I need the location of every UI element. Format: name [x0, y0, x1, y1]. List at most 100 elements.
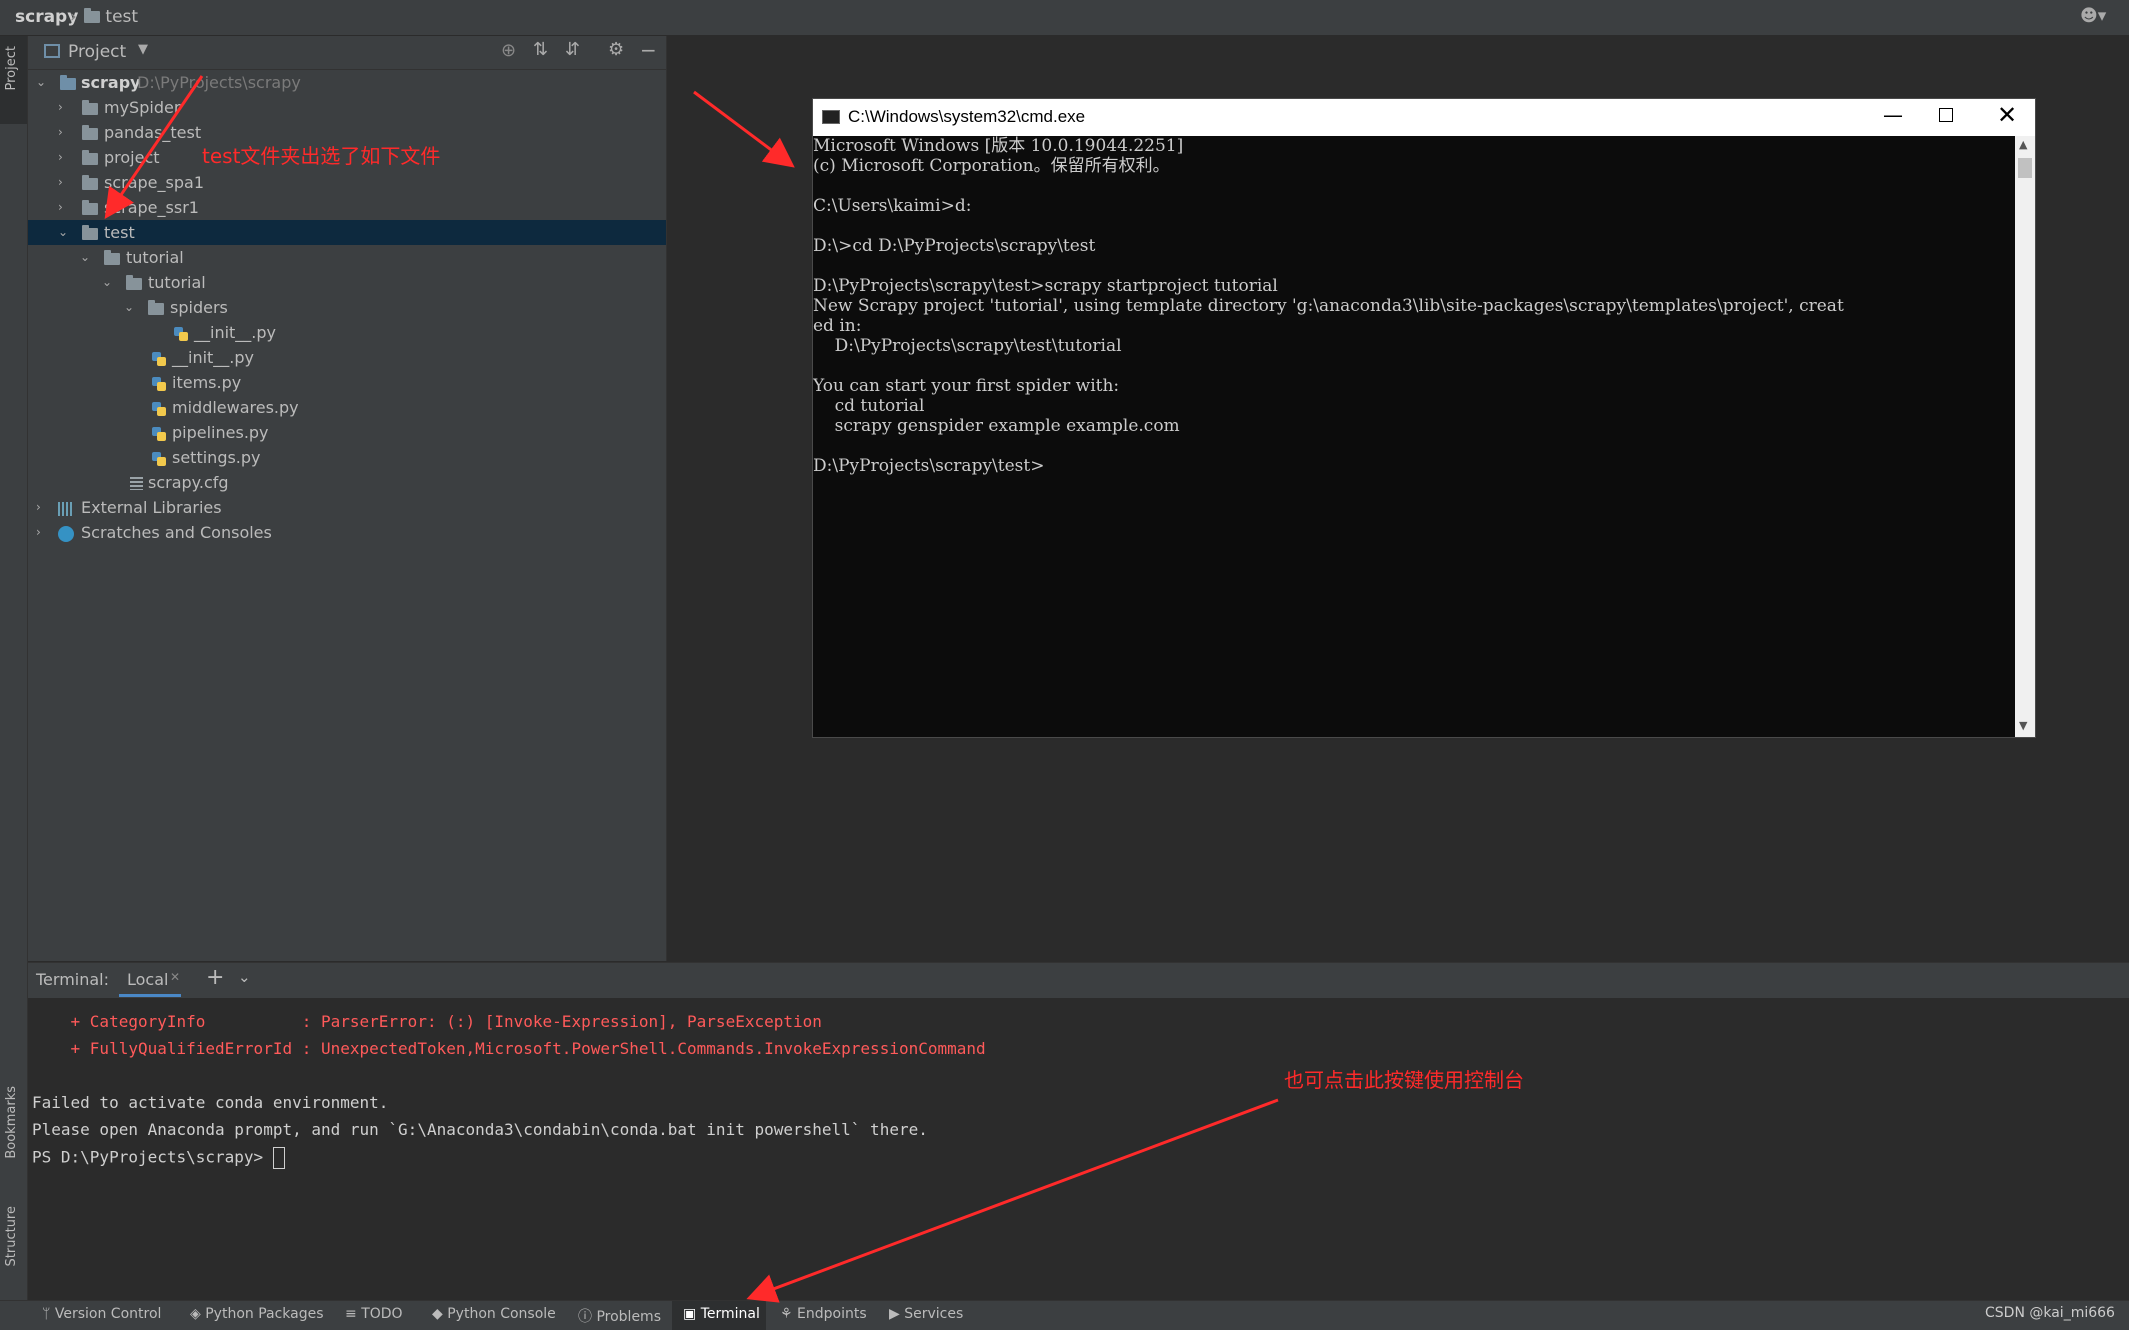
tab-todo[interactable]: ≡ TODO — [345, 1306, 403, 1322]
scratches-icon — [58, 525, 74, 542]
tree-item-spiders[interactable]: ⌄ spiders — [28, 295, 666, 320]
tree-label: tutorial — [126, 248, 184, 267]
scroll-up-icon[interactable]: ▲ — [2019, 138, 2027, 151]
cmd-output: Microsoft Windows [版本 10.0.19044.2251] (c… — [813, 136, 2015, 737]
tree-item-scrapy-cfg[interactable]: scrapy.cfg — [28, 470, 666, 495]
chevron-right-icon[interactable]: › — [58, 120, 72, 145]
scroll-thumb[interactable] — [2018, 158, 2032, 178]
tree-item-tutorial[interactable]: ⌄ tutorial — [28, 245, 666, 270]
bookmarks-tool-tab[interactable]: Bookmarks — [0, 1086, 27, 1211]
folder-icon — [82, 174, 98, 190]
project-tool-tab[interactable]: Project — [0, 36, 27, 124]
cmd-scrollbar[interactable]: ▲ ▼ — [2015, 136, 2035, 737]
tree-annotation: test文件夹出选了如下文件 — [202, 144, 441, 168]
terminal-line: PS D:\PyProjects\scrapy> — [32, 1147, 285, 1169]
project-panel-title[interactable]: Project — [68, 42, 126, 62]
tab-label: Python Console — [447, 1306, 556, 1322]
library-icon — [58, 501, 74, 516]
chevron-right-icon[interactable]: › — [36, 520, 50, 545]
tree-item-tutorial-package[interactable]: ⌄ tutorial — [28, 270, 666, 295]
terminal-line: Please open Anaconda prompt, and run `G:… — [32, 1120, 928, 1139]
chevron-down-icon[interactable]: ⌄ — [80, 245, 94, 270]
cmd-line: D:\PyProjects\scrapy\test> — [813, 456, 1045, 476]
chevron-right-icon[interactable]: › — [36, 495, 50, 520]
python-file-icon — [152, 426, 166, 441]
tree-item-myspider[interactable]: › mySpider — [28, 95, 666, 120]
tree-item-items[interactable]: items.py — [28, 370, 666, 395]
cmd-line: ed in: — [813, 316, 862, 336]
folder-icon — [84, 8, 100, 23]
python-file-icon — [152, 401, 166, 416]
tree-item-spiders-init[interactable]: __init__.py — [28, 320, 666, 345]
chevron-right-icon[interactable]: › — [58, 195, 72, 220]
tree-item-test[interactable]: ⌄ test — [28, 220, 666, 245]
locate-icon[interactable]: ⊕ — [501, 40, 516, 61]
chevron-down-icon[interactable]: ⌄ — [238, 968, 251, 986]
chevron-down-icon[interactable]: ⌄ — [102, 270, 116, 295]
tab-label: Python Packages — [205, 1306, 324, 1322]
hide-panel-icon[interactable]: − — [640, 38, 657, 62]
endpoints-icon: ⚘ — [780, 1306, 793, 1322]
tree-item-pipelines[interactable]: pipelines.py — [28, 420, 666, 445]
user-account-icon[interactable]: ☻▾ — [2080, 6, 2106, 26]
tree-item-settings[interactable]: settings.py — [28, 445, 666, 470]
tree-item-external-libraries[interactable]: › External Libraries — [28, 495, 666, 520]
cmd-line: scrapy genspider example example.com — [813, 416, 1180, 436]
chevron-right-icon[interactable]: › — [58, 95, 72, 120]
branch-icon: ᛘ — [42, 1306, 51, 1322]
add-terminal-icon[interactable]: + — [206, 965, 224, 990]
chevron-right-icon[interactable]: › — [58, 145, 72, 170]
tree-item-scratches[interactable]: › Scratches and Consoles — [28, 520, 666, 545]
dropdown-arrow-icon[interactable]: ▼ — [138, 42, 148, 57]
settings-gear-icon[interactable]: ⚙ — [608, 39, 624, 60]
minimize-icon[interactable]: — — [1883, 103, 1903, 127]
close-icon[interactable]: ✕ — [1997, 101, 2017, 129]
tab-services[interactable]: ▶ Services — [889, 1306, 963, 1322]
cmd-window[interactable]: C:\Windows\system32\cmd.exe — ✕ Microsof… — [812, 98, 2036, 738]
tree-label: settings.py — [172, 448, 261, 467]
cmd-line: C:\Users\kaimi>d: — [813, 196, 972, 216]
tab-endpoints[interactable]: ⚘ Endpoints — [780, 1306, 867, 1322]
tree-item-scrapy[interactable]: ⌄ scrapy D:\PyProjects\scrapy — [28, 70, 666, 95]
terminal-line: + FullyQualifiedErrorId : UnexpectedToke… — [32, 1039, 986, 1058]
chevron-right-icon[interactable]: › — [58, 170, 72, 195]
tree-item-init[interactable]: __init__.py — [28, 345, 666, 370]
terminal-tab-label: Local — [127, 970, 169, 989]
scroll-down-icon[interactable]: ▼ — [2019, 719, 2027, 732]
chevron-down-icon[interactable]: ⌄ — [124, 295, 138, 320]
folder-icon — [82, 149, 98, 165]
cmd-title: C:\Windows\system32\cmd.exe — [848, 107, 1086, 126]
tree-item-scrape-spa1[interactable]: › scrape_spa1 — [28, 170, 666, 195]
tab-label: Problems — [596, 1309, 661, 1325]
cmd-title-bar[interactable]: C:\Windows\system32\cmd.exe — ✕ — [813, 99, 2035, 136]
cmd-line: cd tutorial — [813, 396, 925, 416]
navigation-bar: scrapy › test ☻▾ — [0, 0, 2129, 36]
terminal-label: Terminal: — [36, 970, 110, 989]
tab-python-console[interactable]: ◆ Python Console — [432, 1306, 556, 1322]
cmd-line — [813, 256, 2015, 276]
structure-tool-tab[interactable]: Structure — [0, 1206, 27, 1296]
cmd-line: You can start your first spider with: — [813, 376, 1120, 396]
tab-problems[interactable]: ⓘ Problems — [578, 1306, 661, 1326]
tree-label: scrapy — [81, 73, 141, 92]
python-icon: ◆ — [432, 1306, 443, 1322]
expand-all-icon[interactable]: ⇅ — [533, 39, 548, 60]
terminal-output[interactable]: + CategoryInfo : ParserError: (:) [Invok… — [28, 998, 2129, 1300]
chevron-down-icon[interactable]: ⌄ — [36, 70, 50, 95]
tree-label: pandas_test — [104, 123, 202, 142]
terminal-tab-local[interactable]: Local ✕ — [119, 963, 181, 997]
tab-python-packages[interactable]: ◈ Python Packages — [190, 1306, 324, 1322]
tab-terminal[interactable]: ▣ Terminal — [683, 1306, 760, 1322]
breadcrumb-root[interactable]: scrapy — [15, 7, 78, 27]
close-tab-icon[interactable]: ✕ — [170, 970, 180, 984]
tree-label: project — [104, 148, 160, 167]
tree-item-middlewares[interactable]: middlewares.py — [28, 395, 666, 420]
breadcrumb-folder[interactable]: test — [84, 7, 138, 27]
chevron-down-icon[interactable]: ⌄ — [58, 220, 72, 245]
tree-item-scrape-ssr1[interactable]: › scrape_ssr1 — [28, 195, 666, 220]
cmd-line: D:\PyProjects\scrapy\test\tutorial — [813, 336, 1122, 356]
collapse-all-icon[interactable]: ⇵ — [565, 39, 580, 60]
tab-version-control[interactable]: ᛘ Version Control — [42, 1306, 161, 1322]
maximize-icon[interactable] — [1939, 108, 1953, 122]
tree-label: scrape_ssr1 — [104, 198, 199, 217]
